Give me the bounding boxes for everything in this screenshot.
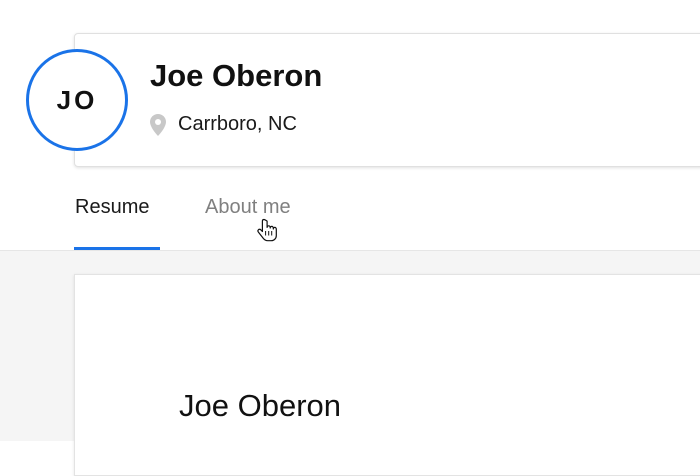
resume-name: Joe Oberon [179, 388, 341, 423]
tab-resume[interactable]: Resume [75, 196, 149, 219]
tab-about-me[interactable]: About me [205, 196, 291, 219]
profile-location: Carrboro, NC [150, 113, 297, 136]
resume-card: Joe Oberon [74, 274, 700, 476]
avatar: JO [26, 49, 128, 151]
map-pin-icon [150, 113, 166, 136]
hand-pointer-icon [257, 218, 279, 244]
location-text: Carrboro, NC [178, 113, 297, 135]
profile-tabs: Resume About me [0, 186, 700, 250]
profile-header-card [74, 33, 700, 167]
profile-name: Joe Oberon [150, 58, 323, 93]
